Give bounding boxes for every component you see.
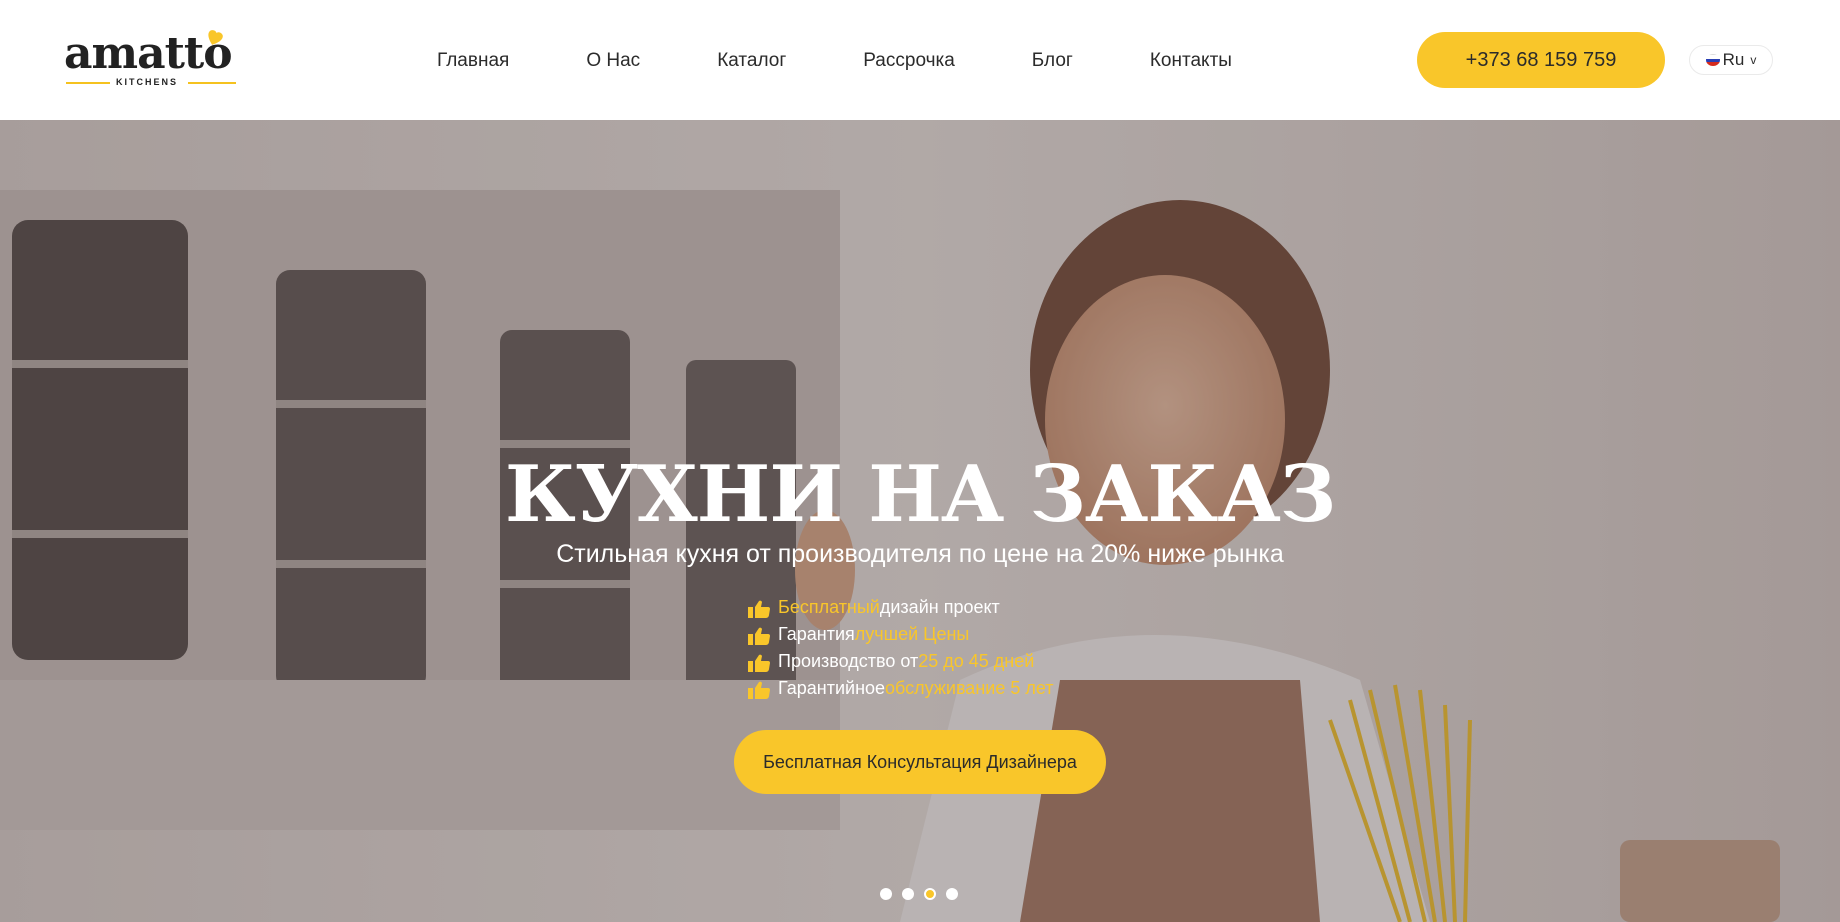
russia-flag-icon (1705, 54, 1720, 66)
feature-text: дизайн проект (879, 597, 1000, 617)
nav-item-blog[interactable]: Блог (1032, 50, 1073, 72)
thumbs-up-icon (748, 654, 770, 672)
feature-item: Производство от 25 до 45 дней (746, 648, 1054, 675)
slider-dot-active[interactable] (924, 888, 936, 900)
nav-item-home[interactable]: Главная (437, 50, 509, 72)
main-nav: Главная О Нас Каталог Рассрочка Блог Кон… (437, 48, 1232, 74)
nav-item-contacts[interactable]: Контакты (1150, 50, 1232, 72)
feature-highlight: 25 до 45 дней (918, 651, 1035, 671)
feature-highlight: Бесплатный (778, 597, 880, 617)
feature-text: Гарантийное (778, 678, 886, 698)
feature-text: Производство от (778, 651, 919, 671)
slider-dot[interactable] (946, 888, 958, 900)
thumbs-up-icon (748, 600, 770, 618)
chevron-down-icon: v (1750, 53, 1757, 67)
phone-button[interactable]: +373 68 159 759 (1417, 32, 1665, 88)
feature-item: Гарантия лучшей Цены (746, 621, 1054, 648)
nav-item-about[interactable]: О Нас (586, 50, 640, 72)
logo[interactable]: amatto KITCHENS (64, 26, 240, 90)
nav-item-installments[interactable]: Рассрочка (863, 50, 955, 72)
hero-title: КУХНИ НА ЗАКАЗ (504, 449, 1336, 540)
thumbs-up-icon (748, 681, 770, 699)
thumbs-up-icon (748, 627, 770, 645)
slider-pagination (880, 888, 968, 900)
heart-icon (208, 30, 223, 45)
logo-underline (188, 82, 236, 84)
nav-item-catalog[interactable]: Каталог (717, 50, 786, 72)
feature-highlight: лучшей Цены (854, 624, 970, 644)
slider-dot[interactable] (880, 888, 892, 900)
feature-highlight: обслуживание 5 лет (885, 678, 1054, 698)
logo-underline (66, 82, 110, 84)
feature-item: Бесплатный дизайн проект (746, 594, 1054, 621)
free-consultation-button[interactable]: Бесплатная Консультация Дизайнера (734, 730, 1106, 794)
slider-dot[interactable] (902, 888, 914, 900)
logo-subtitle: KITCHENS (116, 77, 179, 87)
language-label: Ru (1722, 50, 1745, 69)
feature-text: Гарантия (778, 624, 855, 644)
site-header: amatto KITCHENS Главная О Нас Каталог Ра… (0, 0, 1840, 120)
language-selector[interactable]: Ru v (1689, 45, 1773, 75)
hero-subtitle: Стильная кухня от производителя по цене … (556, 540, 1284, 568)
feature-item: Гарантийное обслуживание 5 лет (746, 675, 1054, 702)
hero-slider: КУХНИ НА ЗАКАЗ Стильная кухня от произво… (0, 120, 1840, 922)
feature-list: Бесплатный дизайн проект Гарантия лучшей… (746, 594, 1054, 702)
